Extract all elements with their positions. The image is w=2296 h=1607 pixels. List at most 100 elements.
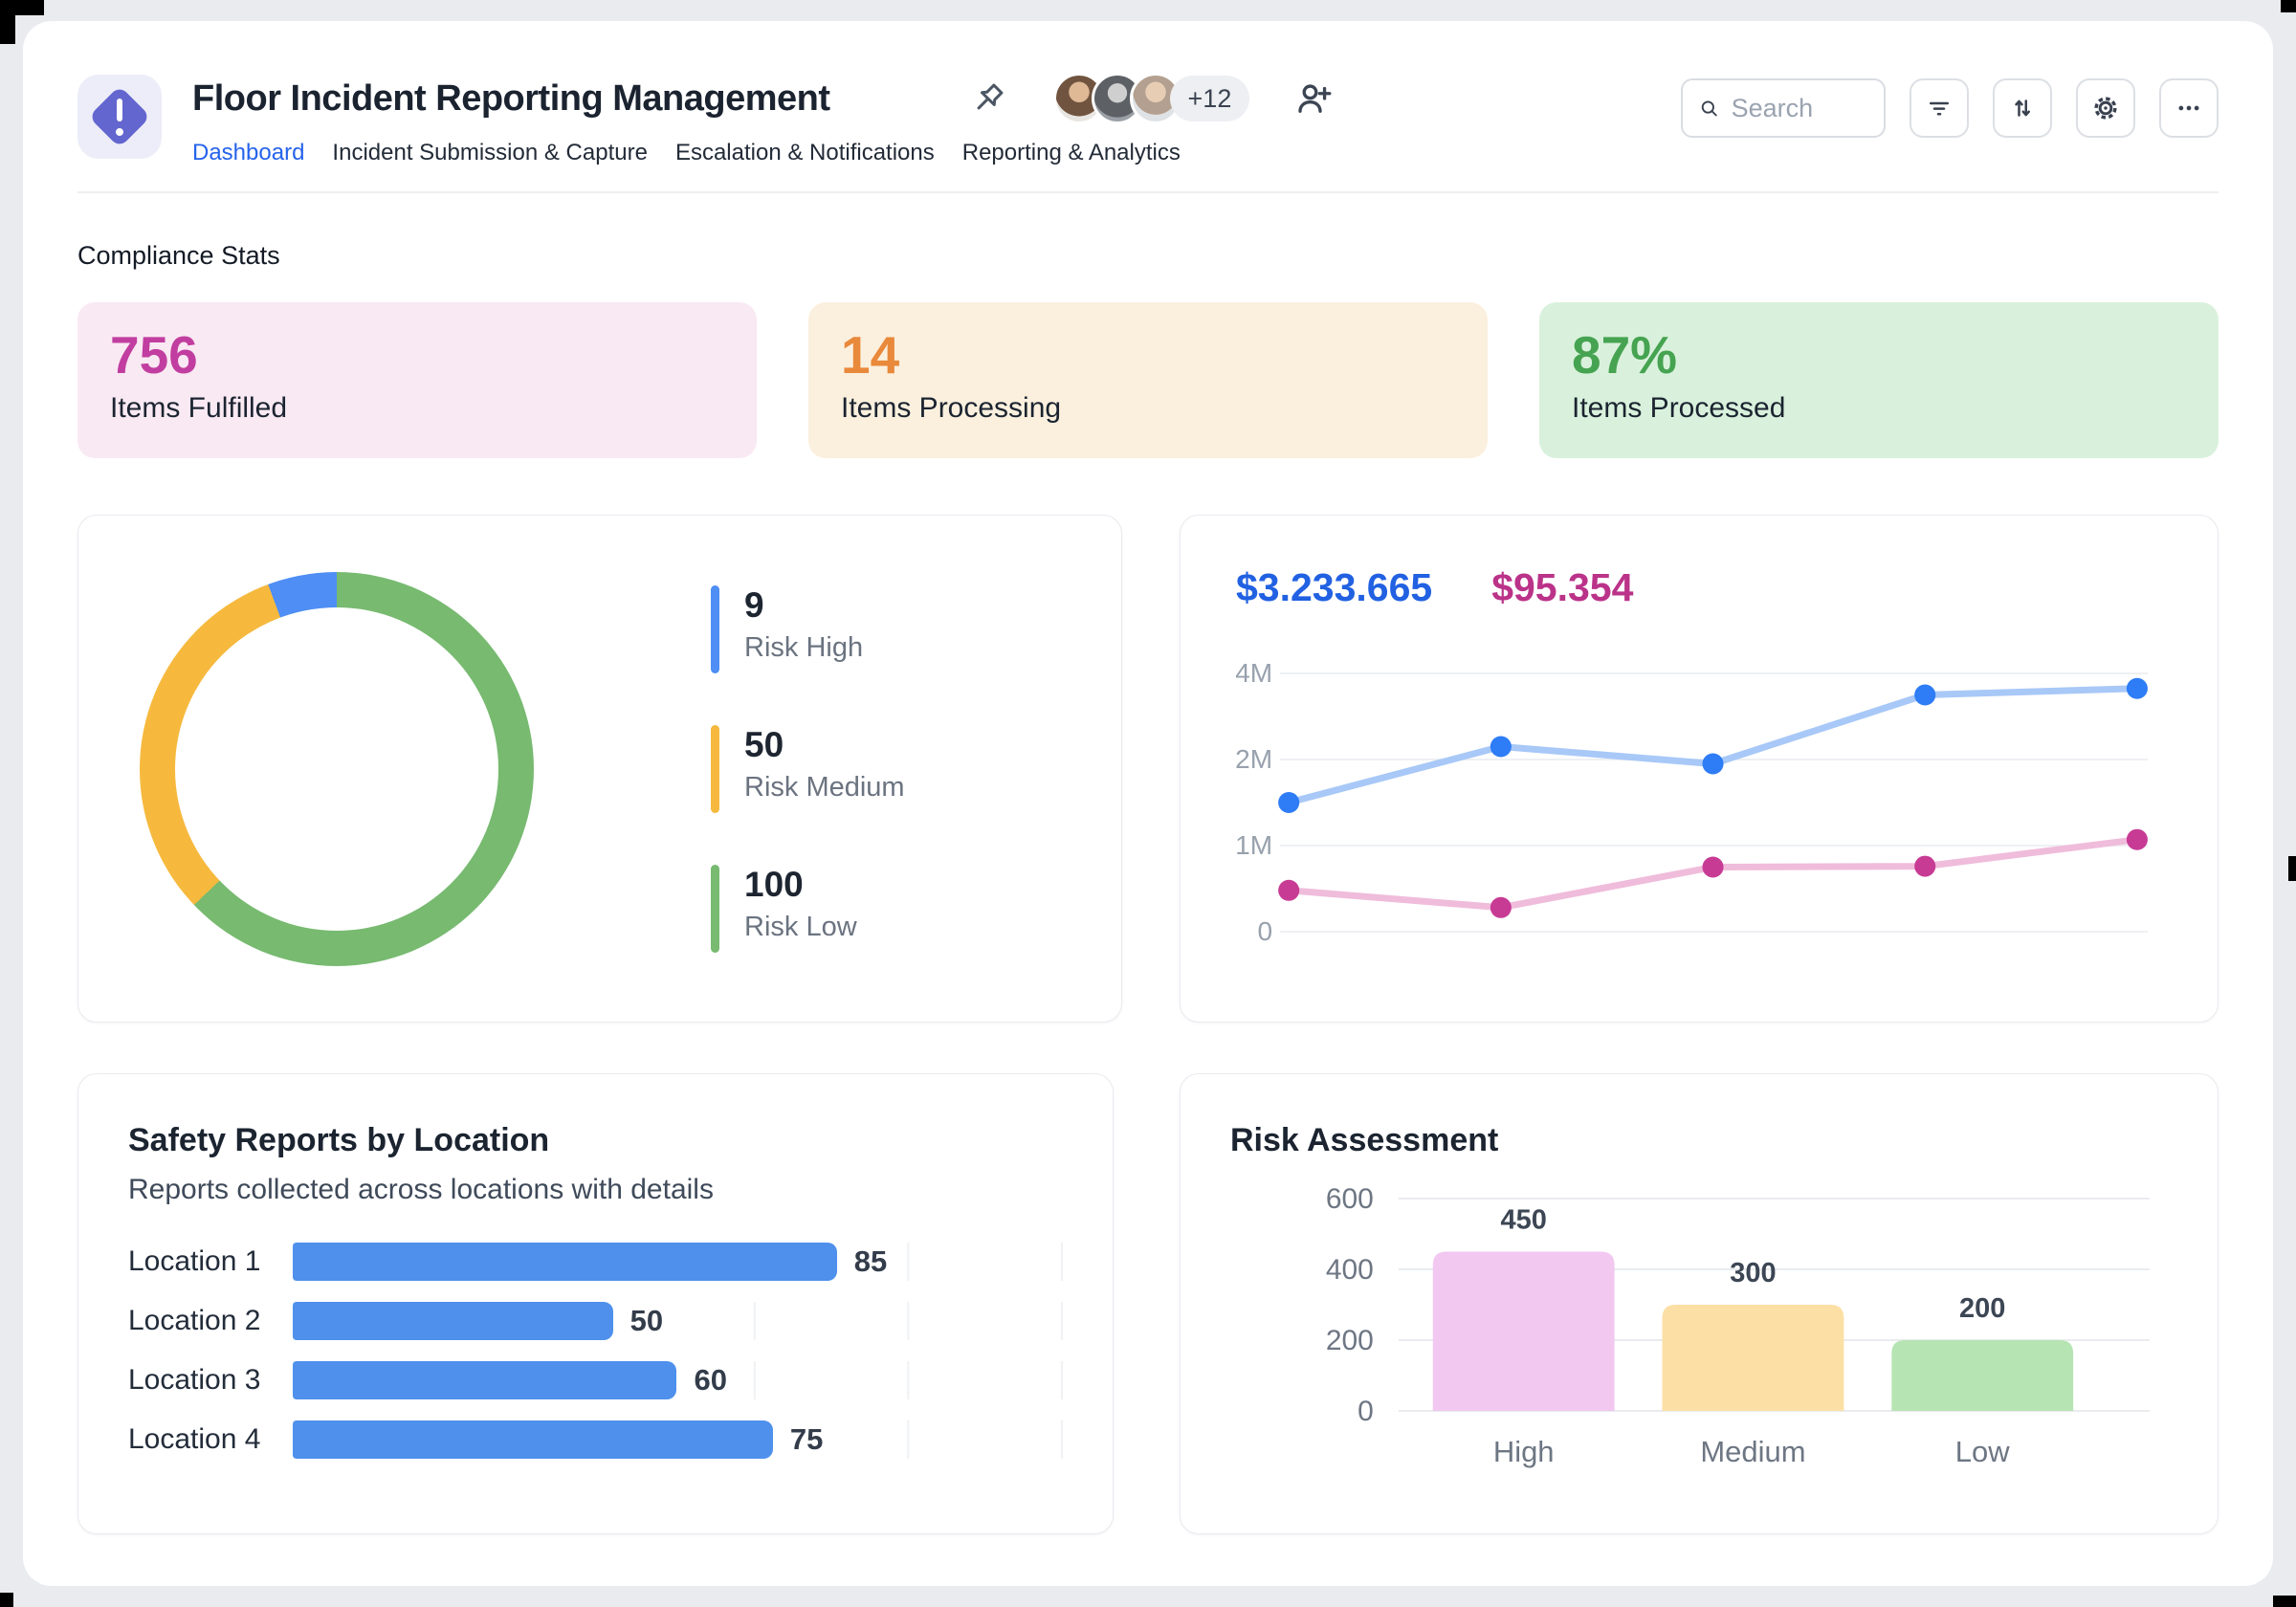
vbar-category-label: Low xyxy=(1955,1435,2010,1468)
filter-button[interactable] xyxy=(1910,78,1969,138)
legend-value: 9 xyxy=(744,584,764,625)
hbar-track: 75 xyxy=(293,1420,1063,1459)
search-box[interactable] xyxy=(1681,78,1886,138)
svg-text:600: 600 xyxy=(1326,1183,1374,1215)
tab-reporting-analytics[interactable]: Reporting & Analytics xyxy=(962,140,1181,166)
svg-text:4M: 4M xyxy=(1236,658,1272,688)
nav-tabs: Dashboard Incident Submission & Capture Es… xyxy=(192,140,1334,166)
pin-icon[interactable] xyxy=(969,79,1007,118)
risk-donut-legend: 9 Risk High 50 Risk Medium 100 Risk Low xyxy=(711,584,905,953)
line-point[interactable] xyxy=(2126,828,2148,850)
svg-text:2M: 2M xyxy=(1236,744,1272,774)
hbar-bar[interactable] xyxy=(293,1361,677,1399)
risk-donut-chart[interactable] xyxy=(140,571,534,966)
search-input[interactable] xyxy=(1731,93,1868,123)
crop-mark xyxy=(2288,856,2296,881)
line-point[interactable] xyxy=(1490,736,1512,758)
risk-assessment-title: Risk Assessment xyxy=(1229,1122,1499,1158)
stat-card-items-processed: 87% Items Processed xyxy=(1539,302,2219,458)
legend-item-risk-low: 100 Risk Low xyxy=(711,864,905,953)
hbar-category-label: Location 3 xyxy=(128,1364,261,1396)
vbar-category-label: Medium xyxy=(1700,1435,1805,1468)
line-point[interactable] xyxy=(1702,753,1724,775)
line-point[interactable] xyxy=(1914,855,1936,877)
risk-donut-card: 9 Risk High 50 Risk Medium 100 Risk Low xyxy=(77,515,1122,1023)
risk-assessment-card: Risk Assessment 0 200 400 600 450 High 300 Medi… xyxy=(1179,1073,2219,1534)
stat-cards: 756 Items Fulfilled 14 Items Processing 87% I… xyxy=(77,302,2219,458)
line-point[interactable] xyxy=(2126,677,2148,699)
vbar-bar-low[interactable] xyxy=(1891,1340,2074,1411)
line-point[interactable] xyxy=(1914,684,1936,706)
revenue-secondary-value: $95.354 xyxy=(1491,565,1634,609)
risk-assessment-chart[interactable]: 0 200 400 600 450 High 300 Medium 200 Low xyxy=(1230,1167,2168,1500)
stat-value: 14 xyxy=(841,325,900,385)
hbar-value: 85 xyxy=(853,1244,888,1278)
add-user-icon[interactable] xyxy=(1293,78,1334,119)
vbar-bar-high[interactable] xyxy=(1432,1251,1615,1412)
line-point[interactable] xyxy=(1702,856,1724,878)
safety-reports-title: Safety Reports by Location xyxy=(128,1122,550,1158)
vbar-bar-medium[interactable] xyxy=(1662,1305,1844,1411)
crop-mark xyxy=(0,1593,13,1607)
line-series-0[interactable] xyxy=(1285,685,2141,806)
line-point[interactable] xyxy=(1278,879,1300,901)
tab-dashboard[interactable]: Dashboard xyxy=(192,140,304,166)
line-point[interactable] xyxy=(1278,792,1300,813)
legend-label: Risk Low xyxy=(744,911,857,942)
stat-label: Items Processed xyxy=(1572,392,1786,425)
hbar-row-location-1: Location 1 85 xyxy=(128,1243,1063,1281)
sort-button[interactable] xyxy=(1993,78,2052,138)
hbar-track: 85 xyxy=(293,1243,1063,1281)
tab-escalation-notifications[interactable]: Escalation & Notifications xyxy=(675,140,935,166)
safety-reports-card: Safety Reports by Location Reports colle… xyxy=(77,1073,1114,1534)
stat-label: Items Fulfilled xyxy=(110,392,288,425)
gear-icon xyxy=(2094,97,2117,120)
hbar-row-location-2: Location 2 50 xyxy=(128,1302,1063,1340)
legend-swatch xyxy=(711,724,719,813)
incident-app-icon xyxy=(77,75,162,159)
svg-text:0: 0 xyxy=(1257,916,1272,946)
hbar-row-location-3: Location 3 60 xyxy=(128,1361,1063,1399)
legend-label: Risk Medium xyxy=(744,771,905,803)
section-title: Compliance Stats xyxy=(77,241,280,270)
vbar-value: 450 xyxy=(1501,1204,1547,1235)
svg-text:0: 0 xyxy=(1358,1396,1374,1427)
more-button[interactable] xyxy=(2159,78,2219,138)
header-divider xyxy=(77,191,2219,193)
safety-reports-subtitle: Reports collected across locations with … xyxy=(128,1174,714,1205)
crop-mark xyxy=(2281,0,2296,12)
vbar-category-label: High xyxy=(1493,1435,1555,1468)
hbar-bar[interactable] xyxy=(293,1420,773,1459)
hbar-bar[interactable] xyxy=(293,1243,837,1281)
header-actions xyxy=(1681,78,2219,138)
svg-text:1M: 1M xyxy=(1236,830,1272,860)
hbar-value: 50 xyxy=(629,1304,664,1337)
hbar-track: 60 xyxy=(293,1361,1063,1399)
stat-value: 756 xyxy=(110,325,198,385)
revenue-line-chart[interactable]: 0 1M 2M 4M xyxy=(1236,658,2162,957)
vbar-value: 300 xyxy=(1730,1258,1776,1288)
svg-text:200: 200 xyxy=(1326,1325,1374,1356)
hbar-bar[interactable] xyxy=(293,1302,613,1340)
svg-text:400: 400 xyxy=(1326,1254,1374,1286)
legend-label: Risk High xyxy=(744,631,864,663)
line-point[interactable] xyxy=(1490,896,1512,918)
hbar-row-location-4: Location 4 75 xyxy=(128,1420,1063,1459)
search-icon xyxy=(1701,100,1717,117)
revenue-primary-value: $3.233.665 xyxy=(1236,565,1433,609)
legend-value: 50 xyxy=(744,724,784,764)
avatar-overflow-badge[interactable]: +12 xyxy=(1169,76,1250,121)
stat-label: Items Processing xyxy=(841,392,1062,425)
stat-value: 87% xyxy=(1572,325,1678,385)
crop-mark xyxy=(0,0,15,44)
hbar-category-label: Location 2 xyxy=(128,1305,261,1336)
safety-reports-chart[interactable]: Location 1 85 Location 2 50 Location 3 60 Loca… xyxy=(128,1243,1063,1459)
filter-icon xyxy=(1930,101,1949,116)
stat-card-items-processing: 14 Items Processing xyxy=(808,302,1488,458)
avatar-group[interactable]: +12 xyxy=(1052,73,1250,124)
tab-incident-submission-capture[interactable]: Incident Submission & Capture xyxy=(332,140,648,166)
dashboard-canvas: Floor Incident Reporting Management +12 xyxy=(23,21,2273,1586)
settings-button[interactable] xyxy=(2076,78,2135,138)
legend-item-risk-medium: 50 Risk Medium xyxy=(711,724,905,813)
crop-mark xyxy=(2273,1596,2296,1607)
